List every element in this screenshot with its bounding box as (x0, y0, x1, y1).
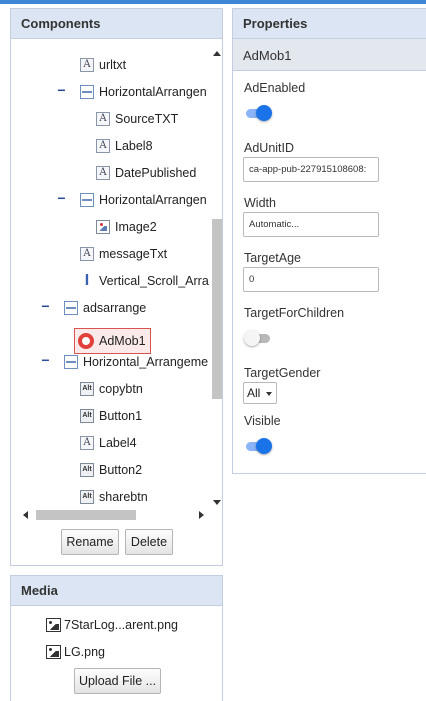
toggle-knob (256, 438, 272, 454)
media-file-item[interactable]: 7StarLog...arent.png (46, 618, 178, 632)
width-input[interactable]: Automatic... (243, 212, 379, 237)
target-for-children-label: TargetForChildren (244, 306, 345, 320)
component-tree: A urltxt − HorizontalArrangen A SourceTX… (11, 40, 224, 527)
target-gender-value: All (247, 386, 261, 400)
target-gender-label: TargetGender (244, 366, 321, 380)
horizontal-scroll-thumb[interactable] (36, 510, 136, 520)
dropdown-caret-icon (266, 392, 272, 396)
visible-label: Visible (244, 414, 281, 428)
horizontal-arrangement-icon (80, 85, 94, 99)
tree-item-label: HorizontalArrangen (99, 85, 207, 99)
label-icon: A (96, 139, 110, 153)
components-panel: Components A urltxt − HorizontalArrangen… (10, 8, 223, 566)
button-icon: Alt (80, 409, 94, 423)
tree-item-vertical-scroll-arrangement[interactable]: I Vertical_Scroll_Arra (82, 270, 209, 292)
collapse-toggle[interactable]: − (40, 299, 51, 313)
ad-unit-id-label: AdUnitID (244, 141, 295, 155)
image-icon (96, 220, 110, 234)
tree-item-button2[interactable]: Alt Button2 (80, 459, 142, 481)
target-gender-select[interactable]: All (243, 382, 277, 404)
tree-item-sharebtn[interactable]: Alt sharebtn (80, 486, 148, 508)
media-header: Media (11, 576, 222, 606)
scroll-left-arrow-icon[interactable] (23, 511, 28, 519)
tree-item-label: AdMob1 (99, 334, 146, 348)
button-icon: Alt (80, 382, 94, 396)
label-icon: A (96, 112, 110, 126)
tree-item-label: copybtn (99, 382, 143, 396)
horizontal-arrangement-icon (64, 301, 78, 315)
tree-item-label: messageTxt (99, 247, 168, 261)
vertical-scroll-icon: I (84, 272, 90, 289)
top-accent-bar (0, 0, 426, 4)
tree-item-label: urltxt (99, 58, 127, 72)
rename-button[interactable]: Rename (61, 529, 119, 555)
horizontal-arrangement-icon (80, 193, 94, 207)
tree-item-label: SourceTXT (115, 112, 179, 126)
upload-file-button[interactable]: Upload File ... (74, 668, 161, 694)
properties-header: Properties (233, 9, 426, 39)
tree-item-label: HorizontalArrangen (99, 193, 207, 207)
tree-item-adsarrange[interactable]: adsarrange (64, 297, 146, 319)
components-header: Components (11, 9, 222, 39)
scroll-right-arrow-icon[interactable] (199, 511, 204, 519)
tree-item-messagetxt[interactable]: A messageTxt (80, 243, 167, 265)
tree-item-horizontal-arrangement-3[interactable]: Horizontal_Arrangeme (64, 351, 208, 373)
horizontal-arrangement-icon (64, 355, 78, 369)
ad-enabled-toggle[interactable] (244, 105, 272, 121)
selected-component-name: AdMob1 (233, 39, 426, 71)
media-file-name: 7StarLog...arent.png (64, 618, 178, 632)
tree-item-label: Image2 (115, 220, 157, 234)
tree-item-label: adsarrange (83, 301, 147, 315)
button-icon: Alt (80, 490, 94, 504)
tree-item-label: Vertical_Scroll_Arra (99, 274, 209, 288)
target-age-label: TargetAge (244, 251, 301, 265)
tree-item-copybtn[interactable]: Alt copybtn (80, 378, 143, 400)
tree-item-sourcetxt[interactable]: A SourceTXT (96, 108, 178, 130)
scroll-down-arrow-icon[interactable] (213, 500, 221, 505)
target-for-children-toggle[interactable] (244, 330, 272, 346)
media-file-item[interactable]: LG.png (46, 645, 105, 659)
collapse-toggle[interactable]: − (56, 83, 67, 97)
toggle-knob (244, 330, 260, 346)
image-file-icon (46, 645, 61, 659)
tree-item-label: Horizontal_Arrangeme (83, 355, 209, 369)
tree-item-label: DatePublished (115, 166, 197, 180)
tree-item-horizontal-arrangement[interactable]: HorizontalArrangen (80, 81, 207, 103)
tree-item-image2[interactable]: Image2 (96, 216, 157, 238)
tree-item-urltxt[interactable]: A urltxt (80, 54, 126, 76)
vertical-scroll-thumb[interactable] (212, 219, 222, 399)
label-icon: A (96, 166, 110, 180)
label-icon: A (80, 436, 94, 450)
ad-unit-id-input[interactable]: ca-app-pub-227915108608: (243, 157, 379, 182)
toggle-knob (256, 105, 272, 121)
image-file-icon (46, 618, 61, 632)
tree-item-horizontal-arrangement-2[interactable]: HorizontalArrangen (80, 189, 207, 211)
tree-item-label: Label4 (99, 436, 137, 450)
tree-horizontal-scrollbar[interactable] (19, 508, 209, 522)
label-icon: A (80, 58, 94, 72)
tree-item-label4[interactable]: A Label4 (80, 432, 137, 454)
tree-item-label: sharebtn (99, 490, 148, 504)
ad-enabled-label: AdEnabled (244, 81, 306, 95)
admob-icon (78, 333, 94, 349)
collapse-toggle[interactable]: − (56, 191, 67, 205)
target-age-input[interactable]: 0 (243, 267, 379, 292)
visible-toggle[interactable] (244, 438, 272, 454)
tree-item-datepublished[interactable]: A DatePublished (96, 162, 196, 184)
media-file-name: LG.png (64, 645, 106, 659)
tree-item-button1[interactable]: Alt Button1 (80, 405, 142, 427)
tree-item-label: Button2 (99, 463, 143, 477)
label-icon: A (80, 247, 94, 261)
tree-item-label8[interactable]: A Label8 (96, 135, 153, 157)
width-label: Width (244, 196, 276, 210)
delete-button[interactable]: Delete (125, 529, 173, 555)
button-icon: Alt (80, 463, 94, 477)
media-panel: Media 7StarLog...arent.png LG.png Upload… (10, 575, 223, 701)
properties-panel: Properties AdMob1 AdEnabled AdUnitID ca-… (232, 8, 426, 474)
tree-item-label: Label8 (115, 139, 153, 153)
tree-item-label: Button1 (99, 409, 143, 423)
tree-vertical-scrollbar[interactable] (210, 47, 224, 507)
scroll-up-arrow-icon[interactable] (213, 51, 221, 56)
collapse-toggle[interactable]: − (40, 353, 51, 367)
